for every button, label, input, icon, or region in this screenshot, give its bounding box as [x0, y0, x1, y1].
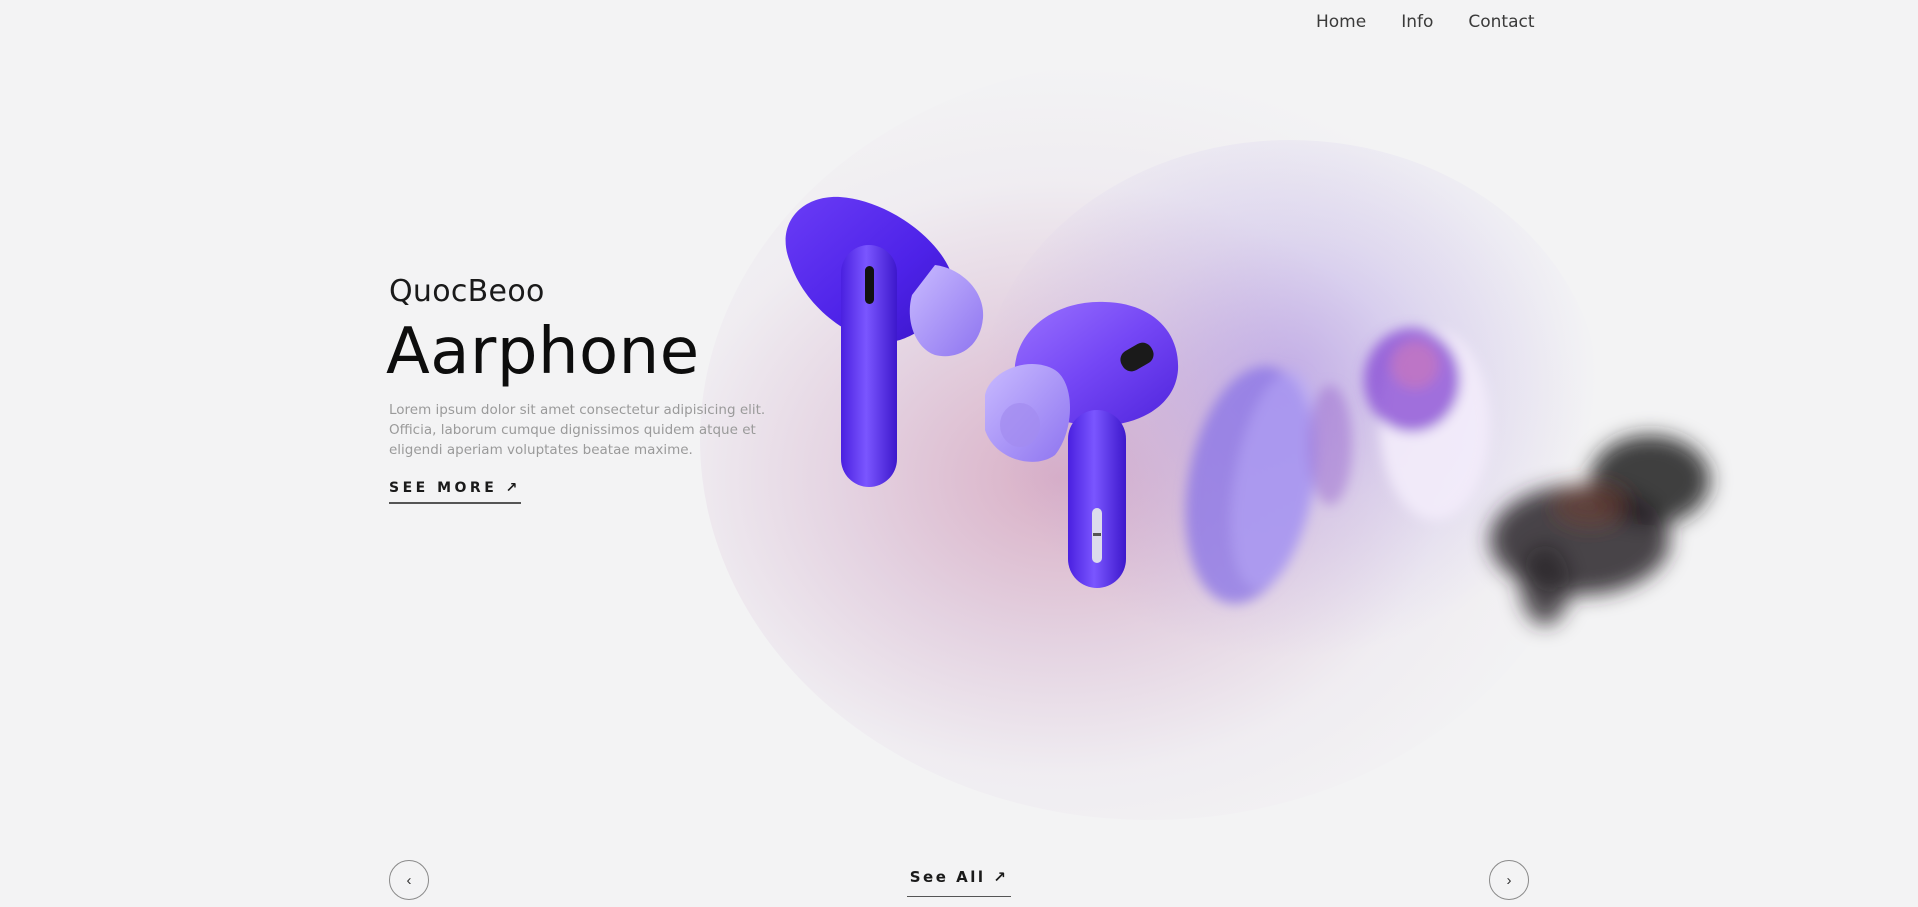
chevron-left-icon: ‹: [406, 871, 412, 889]
blurred-product-bud: [1364, 328, 1490, 520]
nav-item-contact[interactable]: Contact: [1468, 12, 1534, 32]
earbud-right: [985, 301, 1179, 588]
main-nav: Home Info Contact: [1316, 12, 1535, 32]
hero-description: Lorem ipsum dolor sit amet consectetur a…: [389, 402, 766, 458]
next-button[interactable]: ›: [1489, 860, 1529, 900]
prev-button[interactable]: ‹: [389, 860, 429, 900]
blurred-product-case: [1185, 366, 1352, 604]
earbuds-illustration: [785, 196, 1710, 625]
nav-item-info[interactable]: Info: [1401, 12, 1433, 32]
earbud-left: [785, 196, 984, 487]
see-all-button[interactable]: See All ↗: [907, 868, 1011, 897]
brand-name: QuocBeoo: [389, 274, 545, 309]
nav-item-home[interactable]: Home: [1316, 12, 1366, 32]
chevron-right-icon: ›: [1506, 871, 1512, 889]
blurred-product-black: [1490, 435, 1710, 625]
see-more-button[interactable]: SEE MORE ↗: [389, 480, 521, 504]
hero-title: Aarphone: [386, 315, 700, 389]
